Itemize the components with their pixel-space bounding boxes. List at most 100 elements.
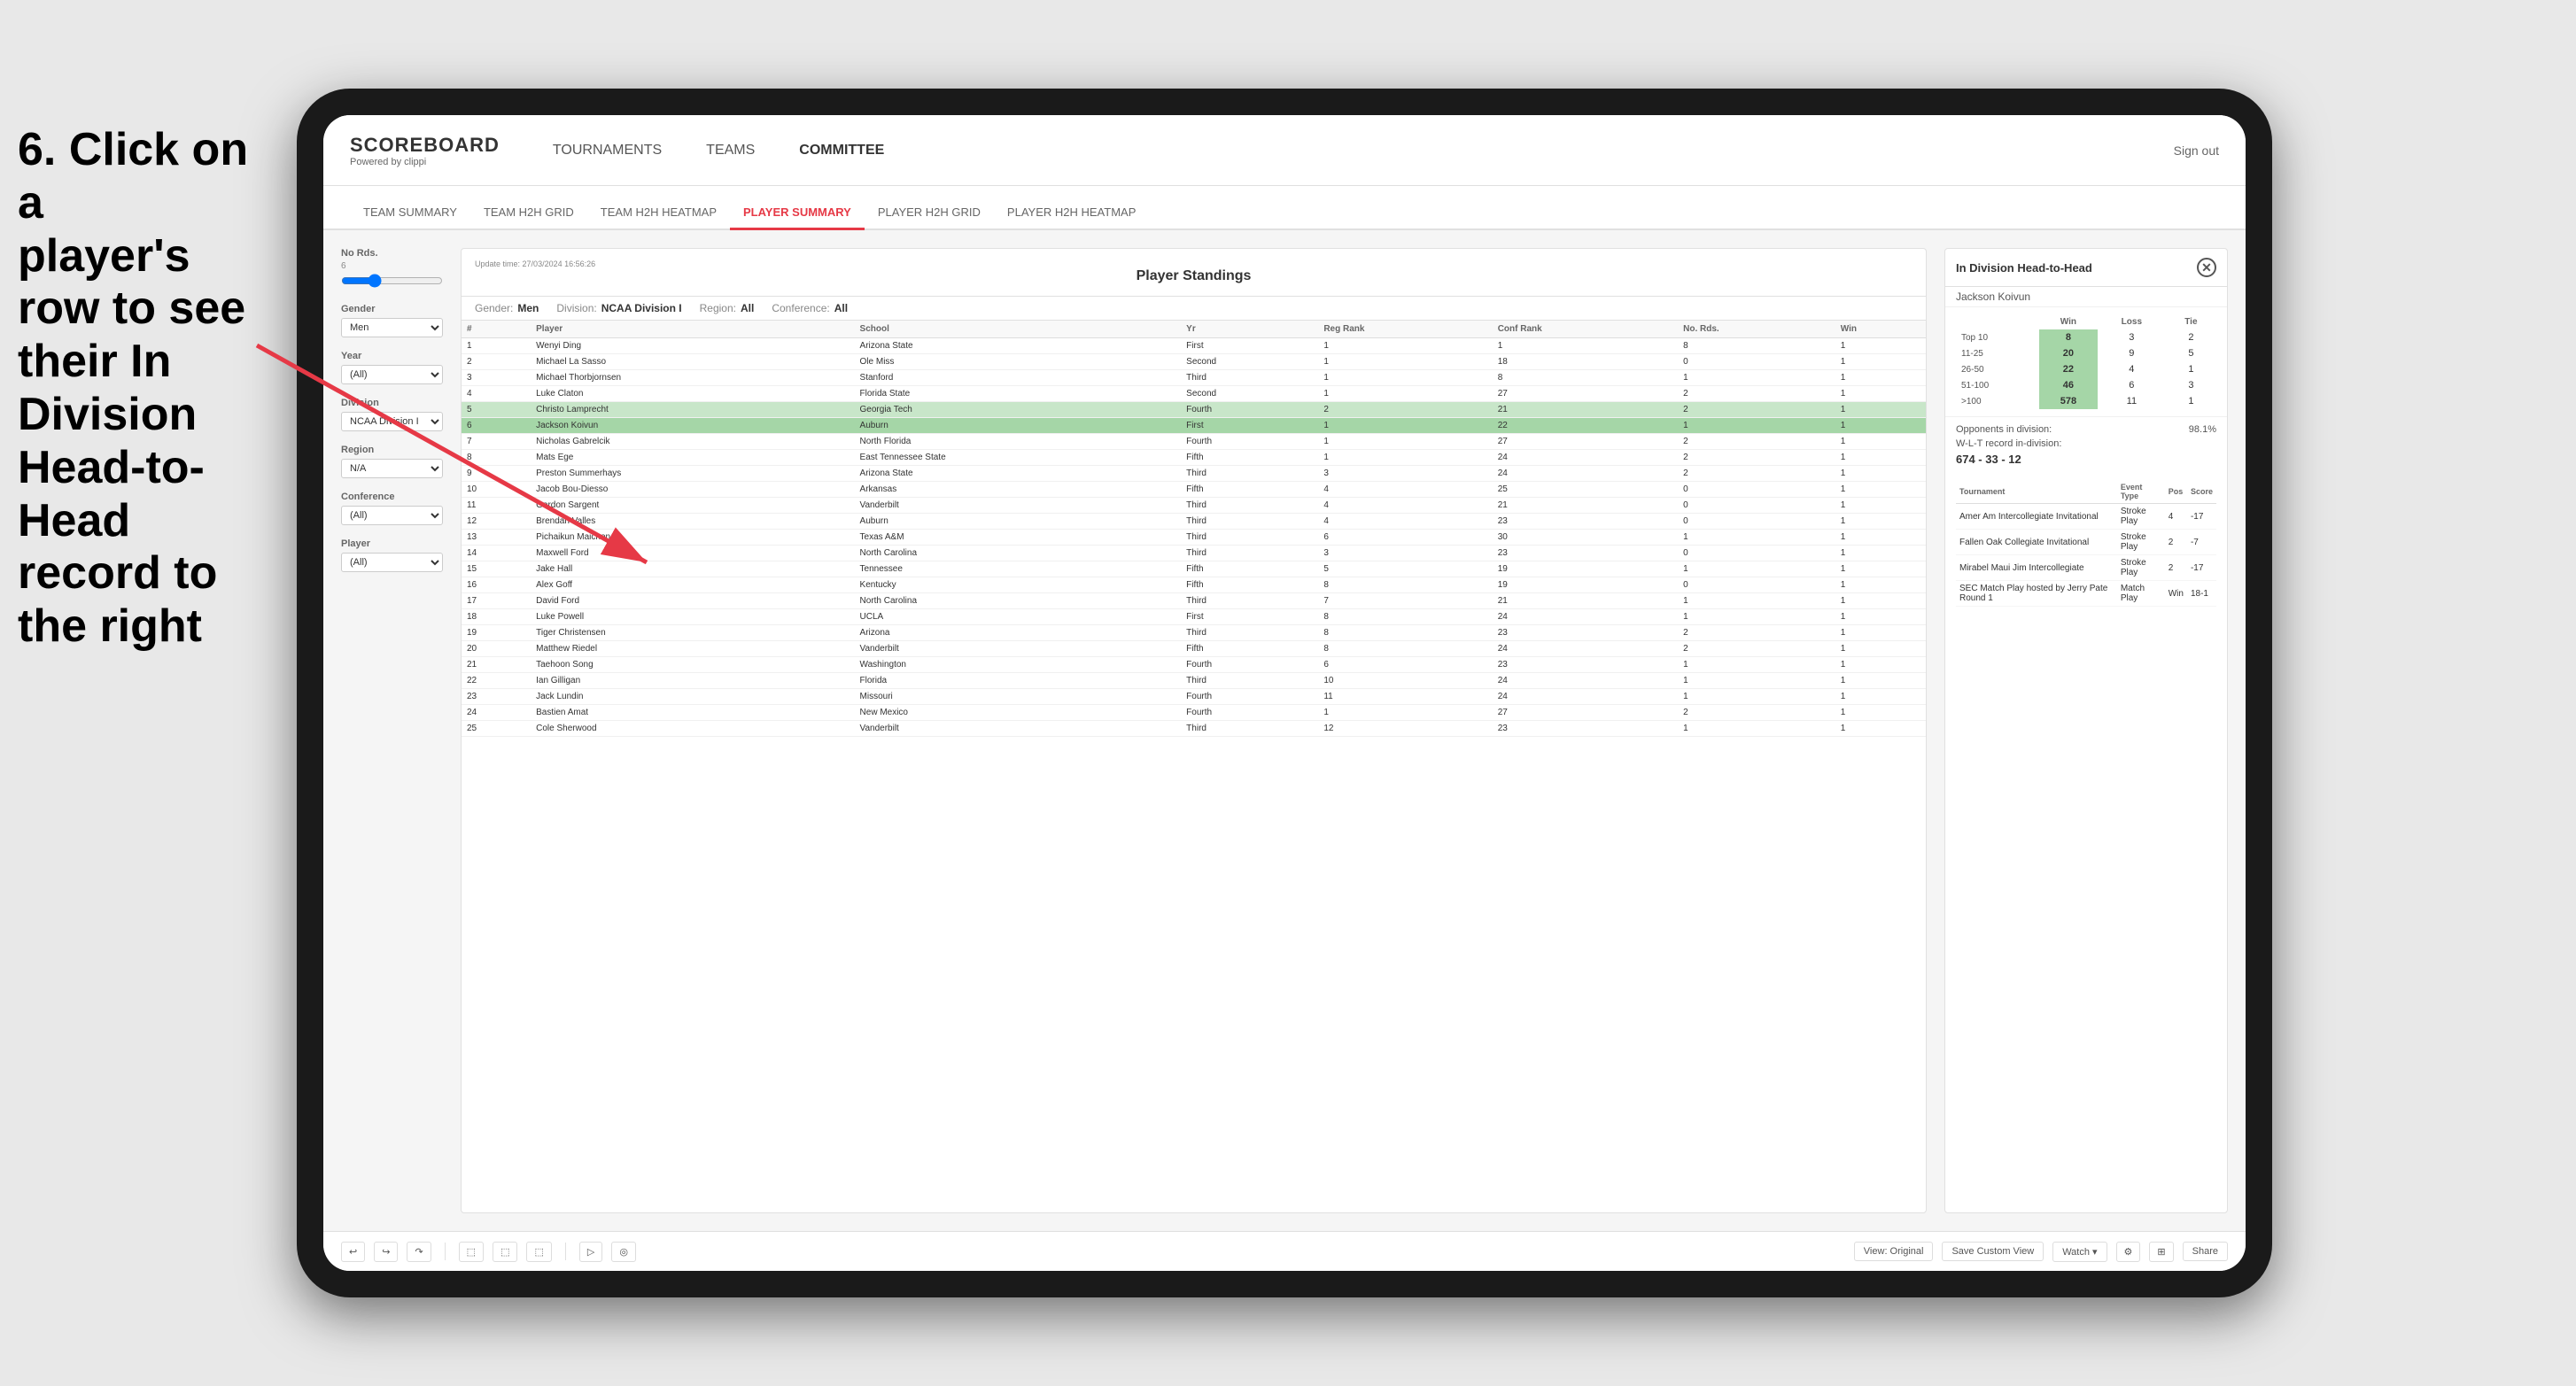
table-row[interactable]: 14 Maxwell Ford North Carolina Third 3 2… [462,546,1926,561]
table-row[interactable]: 4 Luke Claton Florida State Second 1 27 … [462,386,1926,402]
table-row[interactable]: 21 Taehoon Song Washington Fourth 6 23 1… [462,657,1926,673]
player-yr: Fifth [1181,577,1318,593]
region-select[interactable]: N/A [341,459,443,478]
save-custom-view-button[interactable]: Save Custom View [1942,1242,2044,1261]
player-rds: 0 [1678,482,1835,498]
player-rds: 0 [1678,498,1835,514]
player-yr: Fifth [1181,641,1318,657]
toolbar-settings[interactable]: ⚙ [2116,1242,2141,1262]
view-original-button[interactable]: View: Original [1854,1242,1934,1261]
h2h-opponents-label: Opponents in division: [1956,424,2052,435]
h2h-loss: 3 [2098,329,2166,345]
toolbar-cut[interactable]: ⬚ [526,1242,551,1262]
tab-player-summary[interactable]: PLAYER SUMMARY [730,197,865,230]
table-row[interactable]: 18 Luke Powell UCLA First 8 24 1 1 [462,609,1926,625]
player-num: 4 [462,386,531,402]
player-conf-rank: 8 [1493,370,1678,386]
toolbar-refresh[interactable]: ↷ [407,1242,431,1262]
table-row[interactable]: 5 Christo Lamprecht Georgia Tech Fourth … [462,402,1926,418]
table-row[interactable]: 9 Preston Summerhays Arizona State Third… [462,466,1926,482]
player-yr: First [1181,609,1318,625]
player-name: Gordon Sargent [531,498,854,514]
table-row[interactable]: 17 David Ford North Carolina Third 7 21 … [462,593,1926,609]
h2h-row: 51-100 46 6 3 [1956,377,2216,393]
player-name: Brendan Valles [531,514,854,530]
player-name: Michael La Sasso [531,354,854,370]
toolbar-paste[interactable]: ⬚ [493,1242,517,1262]
player-conf-rank: 18 [1493,354,1678,370]
logo-sub: Powered by clippi [350,157,500,167]
h2h-tie: 2 [2166,329,2216,345]
table-row[interactable]: 13 Pichaikun Maichon Texas A&M Third 6 3… [462,530,1926,546]
h2h-panel: In Division Head-to-Head ✕ Jackson Koivu… [1944,248,2228,1213]
toolbar-copy[interactable]: ⬚ [459,1242,484,1262]
table-row[interactable]: 1 Wenyi Ding Arizona State First 1 1 8 1 [462,338,1926,354]
h2h-col-tie: Tie [2166,314,2216,329]
table-row[interactable]: 11 Gordon Sargent Vanderbilt Third 4 21 … [462,498,1926,514]
player-win: 1 [1835,354,1926,370]
tournament-section: Tournament Event Type Pos Score Amer Am … [1945,473,2227,1212]
col-rds: No. Rds. [1678,321,1835,338]
table-row[interactable]: 3 Michael Thorbjornsen Stanford Third 1 … [462,370,1926,386]
table-row[interactable]: 22 Ian Gilligan Florida Third 10 24 1 1 [462,673,1926,689]
tab-team-summary[interactable]: TEAM SUMMARY [350,197,470,230]
table-row[interactable]: 15 Jake Hall Tennessee Fifth 5 19 1 1 [462,561,1926,577]
toolbar-redo[interactable]: ↪ [374,1242,398,1262]
toolbar-undo[interactable]: ↩ [341,1242,365,1262]
h2h-col-range [1956,314,2039,329]
tab-player-h2h-grid[interactable]: PLAYER H2H GRID [865,197,994,230]
table-row[interactable]: 19 Tiger Christensen Arizona Third 8 23 … [462,625,1926,641]
tab-team-h2h-heatmap[interactable]: TEAM H2H HEATMAP [587,197,730,230]
year-select[interactable]: (All) [341,365,443,384]
toolbar-grid[interactable]: ⊞ [2149,1242,2173,1262]
player-rds: 1 [1678,673,1835,689]
table-row[interactable]: 16 Alex Goff Kentucky Fifth 8 19 0 1 [462,577,1926,593]
player-name: Pichaikun Maichon [531,530,854,546]
conference-select[interactable]: (All) [341,506,443,525]
nav-teams[interactable]: TEAMS [706,138,755,163]
table-row[interactable]: 8 Mats Ege East Tennessee State Fifth 1 … [462,450,1926,466]
player-win: 1 [1835,338,1926,354]
h2h-close-button[interactable]: ✕ [2197,258,2216,277]
player-reg-rank: 8 [1318,625,1492,641]
nav-committee[interactable]: COMMITTEE [799,138,884,163]
sign-out-button[interactable]: Sign out [2174,143,2219,158]
player-school: Auburn [855,418,1182,434]
player-school: Georgia Tech [855,402,1182,418]
tab-player-h2h-heatmap[interactable]: PLAYER H2H HEATMAP [994,197,1149,230]
table-row[interactable]: 23 Jack Lundin Missouri Fourth 11 24 1 1 [462,689,1926,705]
toolbar-play[interactable]: ▷ [579,1242,602,1262]
nav-tournaments[interactable]: TOURNAMENTS [553,138,662,163]
player-rds: 2 [1678,466,1835,482]
player-name: Maxwell Ford [531,546,854,561]
main-content: No Rds. 6 Gender Men Year (All) [323,230,2246,1231]
no-rds-slider[interactable] [341,274,443,288]
col-player: Player [531,321,854,338]
tournament-score: -17 [2187,504,2216,530]
player-select[interactable]: (All) [341,553,443,572]
watch-button[interactable]: Watch ▾ [2052,1242,2107,1262]
player-reg-rank: 1 [1318,705,1492,721]
player-school: Vanderbilt [855,641,1182,657]
table-row[interactable]: 6 Jackson Koivun Auburn First 1 22 1 1 [462,418,1926,434]
toolbar-record[interactable]: ◎ [611,1242,636,1262]
player-rds: 2 [1678,641,1835,657]
division-select[interactable]: NCAA Division I [341,412,443,431]
player-win: 1 [1835,689,1926,705]
table-row[interactable]: 7 Nicholas Gabrelcik North Florida Fourt… [462,434,1926,450]
player-reg-rank: 1 [1318,354,1492,370]
player-rds: 1 [1678,593,1835,609]
gender-select[interactable]: Men [341,318,443,337]
tab-team-h2h-grid[interactable]: TEAM H2H GRID [470,197,587,230]
player-reg-rank: 1 [1318,370,1492,386]
tournament-type: Stroke Play [2117,504,2165,530]
table-row[interactable]: 20 Matthew Riedel Vanderbilt Fifth 8 24 … [462,641,1926,657]
share-button[interactable]: Share [2183,1242,2228,1261]
table-row[interactable]: 12 Brendan Valles Auburn Third 4 23 0 1 [462,514,1926,530]
player-win: 1 [1835,466,1926,482]
player-num: 24 [462,705,531,721]
table-row[interactable]: 25 Cole Sherwood Vanderbilt Third 12 23 … [462,721,1926,737]
table-row[interactable]: 10 Jacob Bou-Diesso Arkansas Fifth 4 25 … [462,482,1926,498]
table-row[interactable]: 24 Bastien Amat New Mexico Fourth 1 27 2… [462,705,1926,721]
table-row[interactable]: 2 Michael La Sasso Ole Miss Second 1 18 … [462,354,1926,370]
